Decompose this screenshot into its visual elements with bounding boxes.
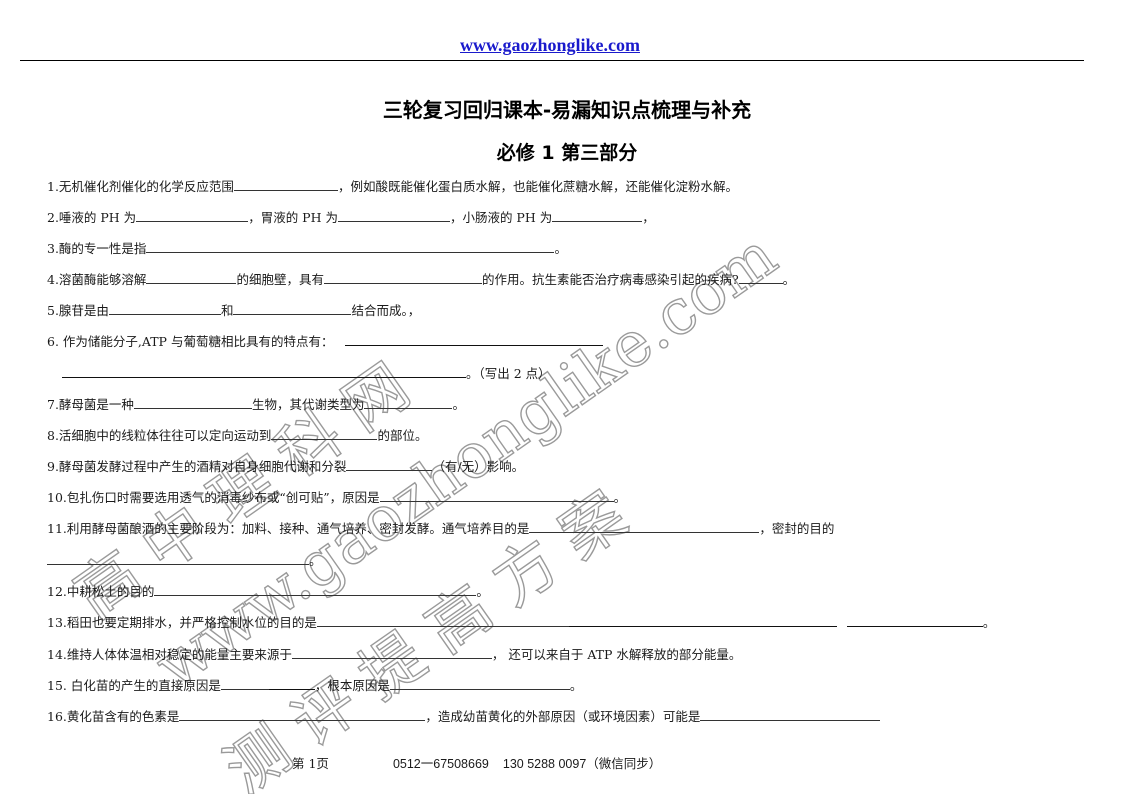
question-4: 4.溶菌酶能够溶解 的细胞壁，具有 的作用。抗生素能否治疗病毒感染引起的疾病?。 [47, 271, 796, 287]
question-6-continued: 。（写出 2 点） [62, 365, 551, 382]
answer-blank[interactable] [146, 271, 237, 284]
answer-blank[interactable] [271, 427, 378, 440]
question-5: 5.腺苷是由和结合而成。， [47, 302, 421, 318]
document-title: 三轮复习回归课本-易漏知识点梳理与补充 [382, 98, 752, 122]
answer-blank[interactable] [47, 552, 309, 565]
answer-blank[interactable] [179, 708, 426, 721]
answer-blank[interactable] [379, 489, 614, 502]
question-2: 2.唾液的 PH 为，胃液的 PH 为，小肠液的 PH 为， [47, 209, 655, 225]
question-9: 9.酵母菌发酵过程中产生的酒精对自身细胞代谢和分裂 （有/无）影响。 [47, 458, 525, 474]
header-url-link[interactable]: www.gaozhonglike.com [0, 35, 1100, 56]
question-8: 8.活细胞中的线粒体往往可以定向运动到 的部位。 [47, 427, 428, 443]
question-16: 16.黄化苗含有的色素是 ，造成幼苗黄化的外部原因（或环境因素）可能是 [47, 708, 881, 725]
answer-blank[interactable] [136, 209, 249, 222]
question-11-continued: 。 [47, 552, 322, 569]
answer-blank[interactable] [268, 677, 315, 690]
answer-blank[interactable] [316, 614, 569, 627]
answer-blank[interactable] [346, 458, 433, 471]
answer-blank[interactable] [323, 271, 482, 284]
question-14: 14.维持人体体温相对稳定的能量主要来源于， 还可以来自于 ATP 水解释放的部… [47, 646, 742, 662]
contact-phone: 0512一67508669 [392, 757, 489, 771]
answer-blank[interactable] [389, 677, 570, 690]
question-7: 7.酵母菌是一种 生物，其代谢类型为。 [47, 396, 465, 412]
answer-blank[interactable] [364, 396, 453, 409]
question-12: 12.中耕松土的目的。 [47, 583, 489, 599]
page-footer: 第 1页 0512一67508669 130 5288 0097（微信同步） [292, 753, 661, 772]
answer-blank[interactable] [154, 583, 477, 596]
answer-blank[interactable] [133, 396, 252, 409]
answer-blank[interactable] [568, 614, 837, 627]
question-13: 13.稻田也要定期排水，并严格控制水位的目的是。 [47, 614, 996, 630]
answer-blank[interactable] [345, 333, 604, 346]
page-number: 第 1页 [292, 756, 329, 771]
question-11: 11.利用酵母菌酿酒的主要阶段为：加料、接种、通气培养、密封发酵。通气培养目的是… [47, 520, 835, 536]
document-subtitle: 必修 1 第三部分 [496, 142, 638, 164]
answer-blank[interactable] [62, 365, 466, 378]
answer-blank[interactable] [337, 209, 450, 222]
answer-blank[interactable] [700, 708, 881, 721]
answer-blank[interactable] [233, 178, 338, 191]
answer-blank[interactable] [552, 209, 643, 222]
header-divider [20, 60, 1084, 61]
answer-blank[interactable] [233, 302, 352, 315]
answer-blank[interactable] [738, 271, 783, 284]
answer-blank[interactable] [108, 302, 221, 315]
question-10: 10.包扎伤口时需要选用透气的消毒纱布或“创可贴”，原因是。 [47, 489, 627, 505]
answer-blank[interactable] [291, 646, 492, 659]
question-15: 15. 白化苗的产生的直接原因是 ，根本原因是。 [47, 677, 583, 693]
question-3: 3.酶的专一性是指。 [47, 240, 567, 256]
question-6: 6. 作为储能分子,ATP 与葡萄糖相比具有的特点有： [47, 333, 604, 350]
contact-mobile: 130 5288 0097（微信同步） [502, 757, 662, 771]
answer-blank[interactable] [529, 520, 760, 533]
answer-blank[interactable] [146, 240, 555, 253]
answer-blank[interactable] [846, 614, 983, 627]
answer-blank[interactable] [220, 677, 269, 690]
question-1: 1.无机催化剂催化的化学反应范围 ，例如酸既能催化蛋白质水解，也能催化蔗糖水解，还… [47, 178, 738, 194]
